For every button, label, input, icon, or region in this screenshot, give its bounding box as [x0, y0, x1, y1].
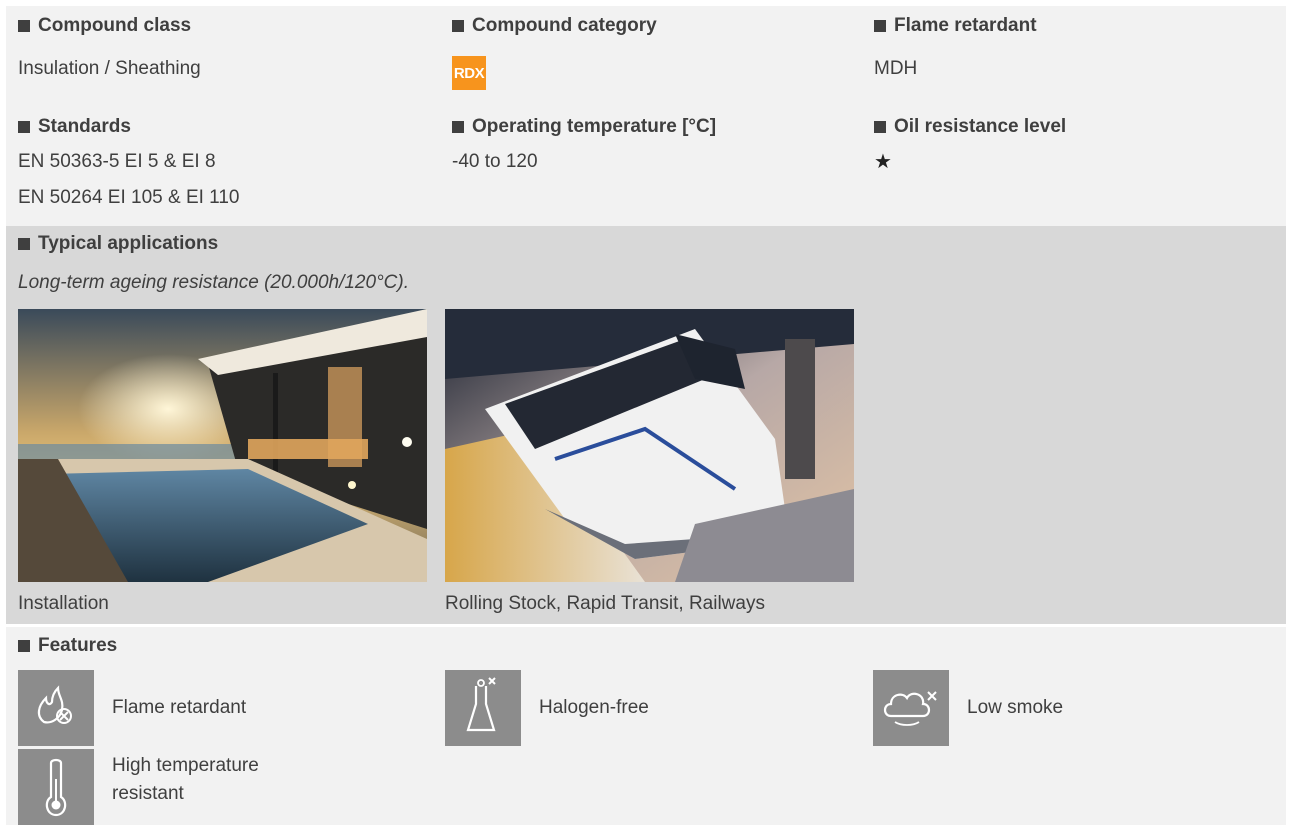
railway-caption: Rolling Stock, Rapid Transit, Railways [445, 593, 765, 614]
rdx-category-badge: RDX [452, 56, 486, 90]
feature-label: High temperature resistant [112, 755, 259, 804]
flame-retardant-block: Flame retardant MDH [874, 12, 1037, 84]
applications-label: Typical applications [38, 233, 219, 254]
bullet-square-icon [874, 121, 886, 133]
compound-class-label: Compound class [38, 15, 192, 36]
feature-label: Halogen-free [539, 697, 649, 718]
bullet-square-icon [874, 20, 886, 32]
standards-block: Standards EN 50363-5 EI 5 & EI 8 EN 5026… [18, 113, 239, 213]
compound-class-value: Insulation / Sheathing [18, 58, 201, 79]
installation-photo [18, 309, 427, 582]
flame-x-icon [18, 670, 94, 746]
operating-temperature-block: Operating temperature [°C] -40 to 120 [452, 113, 716, 177]
compound-class-block: Compound class Insulation / Sheathing [18, 12, 201, 84]
standards-heading: Standards [18, 113, 239, 141]
operating-temperature-label: Operating temperature [°C] [472, 116, 717, 137]
oil-resistance-heading: Oil resistance level [874, 113, 1066, 141]
compound-category-block: Compound category RDX [452, 12, 657, 90]
applications-heading: Typical applications [18, 230, 218, 258]
bullet-square-icon [18, 20, 30, 32]
bullet-square-icon [18, 238, 30, 250]
flame-retardant-heading: Flame retardant [874, 12, 1037, 40]
operating-temperature-heading: Operating temperature [°C] [452, 113, 716, 141]
compound-class-heading: Compound class [18, 12, 201, 40]
oil-resistance-label: Oil resistance level [894, 116, 1067, 137]
compound-datasheet: Compound class Insulation / Sheathing Co… [0, 0, 1290, 827]
bullet-square-icon [452, 121, 464, 133]
compound-category-label: Compound category [472, 15, 657, 36]
applications-note: Long-term ageing resistance (20.000h/120… [18, 272, 409, 293]
bullet-square-icon [18, 121, 30, 133]
flame-retardant-label: Flame retardant [894, 15, 1037, 36]
features-heading: Features [18, 632, 117, 660]
standard-item: EN 50264 EI 105 & EI 110 [18, 187, 240, 208]
features-label: Features [38, 635, 118, 656]
flame-retardant-value: MDH [874, 58, 918, 79]
bullet-square-icon [18, 640, 30, 652]
compound-category-heading: Compound category [452, 12, 657, 40]
standards-label: Standards [38, 116, 131, 137]
operating-temperature-value: -40 to 120 [452, 151, 538, 172]
bullet-square-icon [452, 20, 464, 32]
installation-caption: Installation [18, 593, 109, 614]
thermometer-icon [18, 749, 94, 825]
cloud-x-icon [873, 670, 949, 746]
oil-resistance-block: Oil resistance level ★ [874, 113, 1066, 177]
feature-label: Low smoke [967, 697, 1064, 718]
feature-label: Flame retardant [112, 697, 247, 718]
standard-item: EN 50363-5 EI 5 & EI 8 [18, 151, 216, 172]
flask-x-icon [445, 670, 521, 746]
oil-resistance-star-icon: ★ [874, 151, 892, 173]
railway-photo [445, 309, 854, 582]
